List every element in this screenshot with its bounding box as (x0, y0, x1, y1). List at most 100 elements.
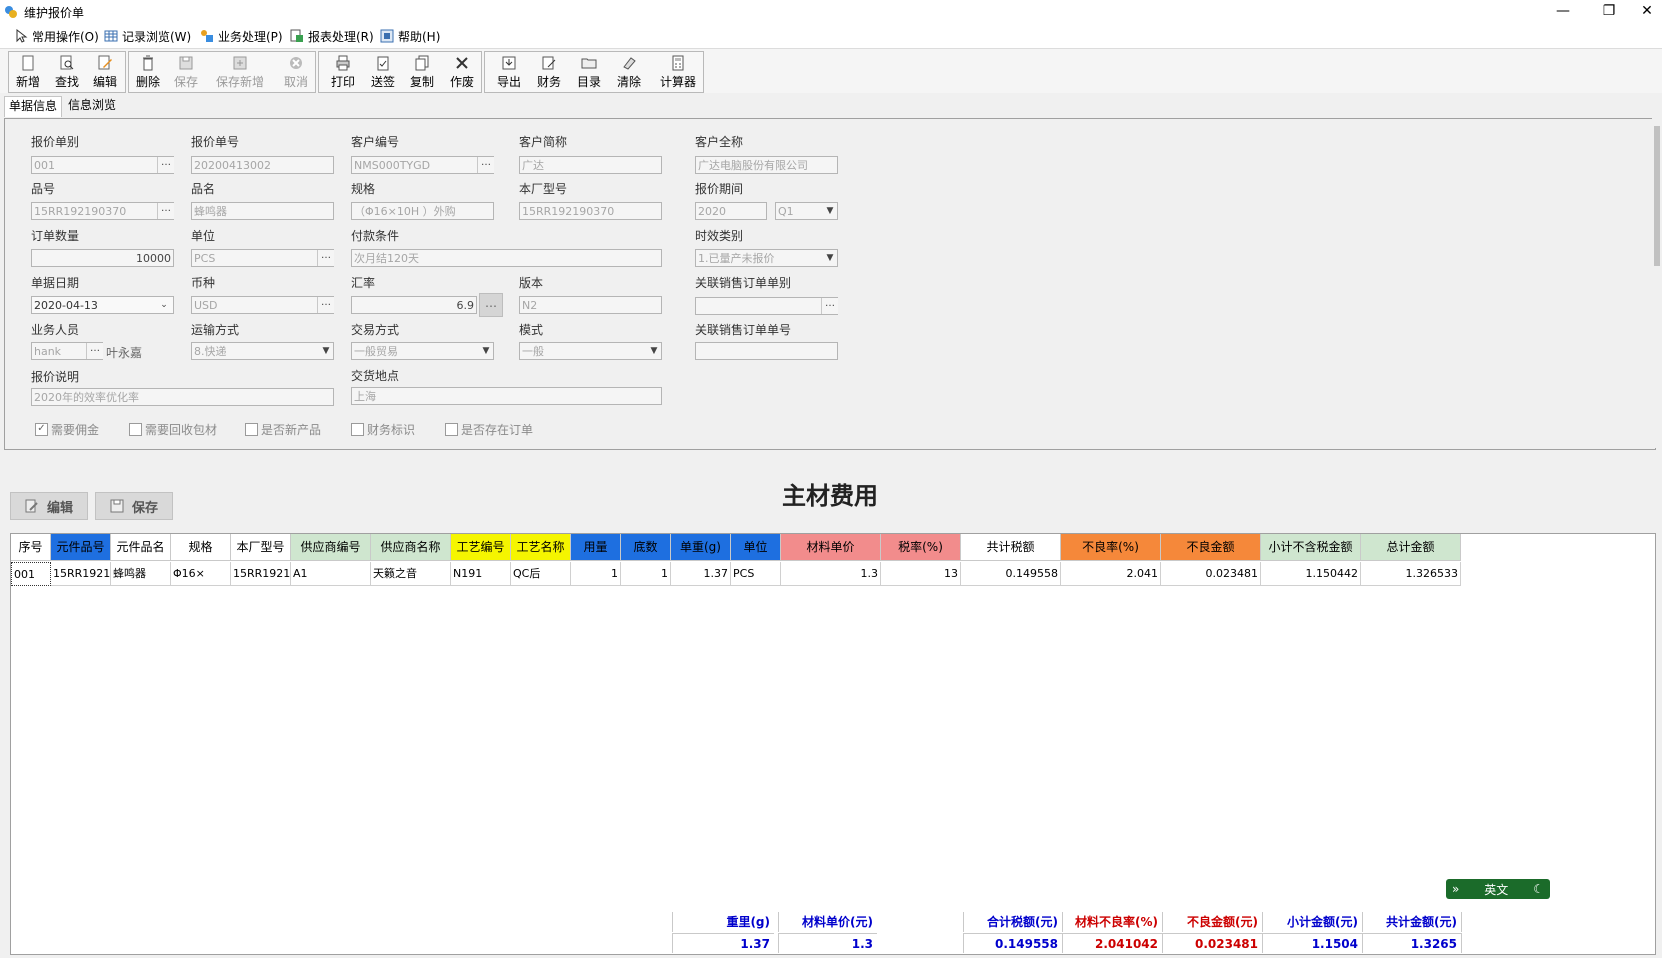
grid-header-17[interactable]: 不良金额 (1161, 534, 1261, 561)
doc-date-input[interactable]: 2020-04-13 (31, 296, 174, 314)
part-no-lookup-button[interactable]: … (157, 203, 174, 219)
new-product-checkbox[interactable]: 是否新产品 (245, 421, 321, 438)
grid-header-14[interactable]: 税率(%) (881, 534, 961, 561)
save-new-button[interactable]: 保存新增 (208, 53, 272, 91)
grid-cell-0-8[interactable]: QC后 (511, 562, 571, 586)
unit-input[interactable]: PCS (191, 249, 334, 267)
grid-header-16[interactable]: 不良率(%) (1061, 534, 1161, 561)
quote-type-input[interactable]: 001 (31, 156, 174, 174)
grid-cell-0-6[interactable]: 天籁之音 (371, 562, 451, 586)
factory-model-input[interactable]: 15RR192190370 (519, 202, 662, 220)
sales-lookup-button[interactable]: … (86, 343, 103, 359)
grid-header-11[interactable]: 单重(g) (671, 534, 731, 561)
transport-select[interactable]: 8.快递 (191, 342, 334, 360)
grid-cell-0-7[interactable]: N191 (451, 562, 511, 586)
payment-input[interactable]: 次月结120天 (351, 249, 662, 267)
period-quarter-chevron-down-icon[interactable]: ▼ (823, 203, 837, 219)
rate-lookup-button[interactable]: … (479, 293, 503, 317)
calculator-button[interactable]: 计算器 (656, 53, 700, 91)
grid-cell-0-9[interactable]: 1 (571, 562, 621, 586)
grid-cell-0-10[interactable]: 1 (621, 562, 671, 586)
customer-code-input[interactable]: NMS000TYGD (351, 156, 494, 174)
period-year-input[interactable]: 2020 (695, 202, 767, 220)
grid-header-0[interactable]: 序号 (11, 534, 51, 561)
grid-cell-0-2[interactable]: 蜂鸣器 (111, 562, 171, 586)
grid-header-15[interactable]: 共计税额 (961, 534, 1061, 561)
in-order-checkbox[interactable]: 是否存在订单 (445, 421, 533, 438)
grid-header-2[interactable]: 元件品名 (111, 534, 171, 561)
close-button[interactable]: ✕ (1624, 0, 1662, 24)
mode-select[interactable]: 一般 (519, 342, 662, 360)
grid-cell-0-11[interactable]: 1.37 (671, 562, 731, 586)
so-no-input[interactable] (695, 342, 838, 360)
grid-cell-0-1[interactable]: 15RR1921 (51, 562, 111, 586)
new-button[interactable]: 新增 (9, 53, 47, 91)
menu-report[interactable]: 报表处理(R) (290, 28, 374, 44)
find-button[interactable]: 查找 (48, 53, 86, 91)
grid-header-12[interactable]: 单位 (731, 534, 781, 561)
so-type-lookup-button[interactable]: … (821, 298, 838, 314)
grid-cell-0-15[interactable]: 0.149558 (961, 562, 1061, 586)
transport-chevron-down-icon[interactable]: ▼ (319, 343, 333, 359)
trade-select[interactable]: 一般贸易 (351, 342, 494, 360)
print-button[interactable]: 打印 (324, 53, 362, 91)
grid-cell-0-0[interactable]: 001 (11, 562, 51, 586)
grid-cell-0-13[interactable]: 1.3 (781, 562, 881, 586)
grid-header-13[interactable]: 材料单价 (781, 534, 881, 561)
aging-chevron-down-icon[interactable]: ▼ (823, 250, 837, 266)
grid-header-7[interactable]: 工艺编号 (451, 534, 511, 561)
grid-header-8[interactable]: 工艺名称 (511, 534, 571, 561)
grid-cell-0-3[interactable]: Φ16× (171, 562, 231, 586)
order-qty-input[interactable]: 10000 (31, 249, 174, 267)
clear-button[interactable]: 清除 (610, 53, 648, 91)
doc-date-chevron-down-icon[interactable]: ⌄ (157, 297, 171, 313)
finance-button[interactable]: 财务 (530, 53, 568, 91)
grid-header-3[interactable]: 规格 (171, 534, 231, 561)
part-name-input[interactable]: 蜂鸣器 (191, 202, 334, 220)
grid-header-4[interactable]: 本厂型号 (231, 534, 291, 561)
recycle-checkbox[interactable]: 需要回收包材 (129, 421, 217, 438)
section-save-button[interactable]: 保存 (95, 492, 173, 520)
grid-cell-0-4[interactable]: 15RR1921 (231, 562, 291, 586)
customer-code-lookup-button[interactable]: … (477, 157, 494, 173)
currency-input[interactable]: USD (191, 296, 334, 314)
minimize-button[interactable]: — (1540, 0, 1586, 24)
spec-input[interactable]: （Φ16×10H ）外购 (351, 202, 494, 220)
rate-input[interactable]: 6.9 (351, 296, 477, 314)
menu-help[interactable]: 帮助(H) (380, 28, 440, 44)
void-button[interactable]: 作废 (443, 53, 481, 91)
quote-no-input[interactable]: 20200413002 (191, 156, 334, 174)
grid-cell-0-16[interactable]: 2.041 (1061, 562, 1161, 586)
save-button[interactable]: 保存 (167, 53, 205, 91)
scrollbar-thumb[interactable] (1654, 126, 1660, 266)
grid-cell-0-14[interactable]: 13 (881, 562, 961, 586)
mode-chevron-down-icon[interactable]: ▼ (647, 343, 661, 359)
customer-full-input[interactable]: 广达电脑股份有限公司 (695, 156, 838, 174)
form-scrollbar[interactable] (1652, 118, 1662, 448)
grid-cell-0-5[interactable]: A1 (291, 562, 371, 586)
commission-checkbox[interactable]: ✓ 需要佣金 (35, 421, 99, 438)
currency-lookup-button[interactable]: … (317, 297, 334, 313)
edit-button[interactable]: 编辑 (86, 53, 124, 91)
grid-header-19[interactable]: 总计金额 (1361, 534, 1461, 561)
remark-input[interactable]: 2020年的效率优化率 (31, 388, 334, 406)
trade-chevron-down-icon[interactable]: ▼ (479, 343, 493, 359)
grid-header-5[interactable]: 供应商编号 (291, 534, 371, 561)
version-input[interactable]: N2 (519, 296, 662, 314)
tab-info-browse[interactable]: 信息浏览 (64, 96, 120, 116)
menu-browse[interactable]: 记录浏览(W) (104, 28, 191, 44)
grid-header-18[interactable]: 小计不含税金额 (1261, 534, 1361, 561)
grid-header-6[interactable]: 供应商名称 (371, 534, 451, 561)
delete-button[interactable]: 删除 (129, 53, 167, 91)
customer-short-input[interactable]: 广达 (519, 156, 662, 174)
catalog-button[interactable]: 目录 (570, 53, 608, 91)
grid-cell-0-12[interactable]: PCS (731, 562, 781, 586)
tab-document-info[interactable]: 单据信息 (4, 96, 63, 117)
quote-type-lookup-button[interactable]: … (157, 157, 174, 173)
aging-select[interactable]: 1.已量产未报价 (695, 249, 838, 267)
copy-button[interactable]: 复制 (403, 53, 441, 91)
cancel-button[interactable]: 取消 (277, 53, 315, 91)
menu-business[interactable]: 业务处理(P) (200, 28, 283, 44)
grid-cell-0-17[interactable]: 0.023481 (1161, 562, 1261, 586)
so-type-input[interactable] (695, 297, 838, 315)
